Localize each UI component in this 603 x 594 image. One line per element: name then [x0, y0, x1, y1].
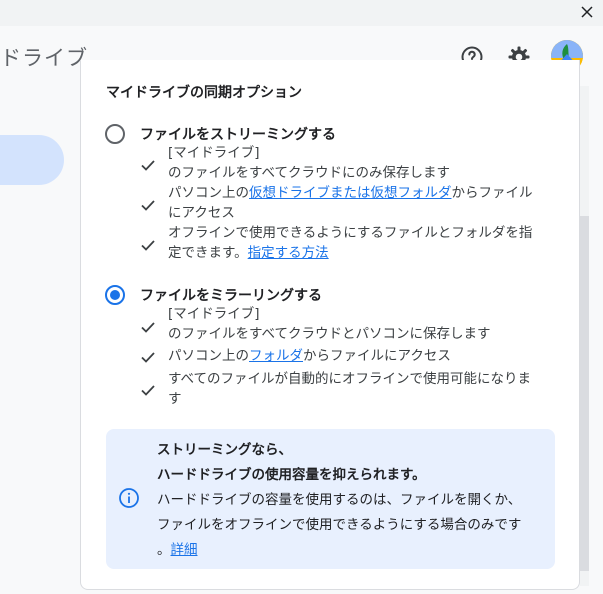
- option-streaming-label[interactable]: ファイルをストリーミングする: [140, 124, 336, 144]
- radio-streaming[interactable]: [105, 124, 125, 144]
- radio-mirroring[interactable]: [105, 285, 125, 305]
- close-icon[interactable]: [579, 4, 595, 20]
- app-title: ドライブ: [0, 46, 88, 70]
- check-icon: [141, 160, 155, 171]
- folder-link[interactable]: フォルダ: [249, 348, 303, 364]
- details-link[interactable]: 詳細: [171, 542, 198, 558]
- section-title: マイドライブの同期オプション: [106, 85, 302, 101]
- check-icon: [141, 200, 155, 211]
- virtual-drive-link[interactable]: 仮想ドライブまたは仮想フォルダ: [249, 185, 452, 201]
- option-mirroring-label[interactable]: ファイルをミラーリングする: [140, 285, 322, 305]
- streaming-bullet-1: [マイドライブ] のファイルをすべてクラウドにのみ保存します: [168, 145, 451, 181]
- mirroring-bullet-3: すべてのファイルが自動的にオフラインで使用可能になりま す: [168, 371, 532, 407]
- streaming-bullet-3: オフラインで使用できるようにするファイルとフォルダを指 定できます。指定する方法: [168, 225, 533, 261]
- info-text: ストリーミングなら、 ハードドライブの使用容量を抑えられます。 ハードドライブの…: [157, 442, 522, 558]
- window-titlebar: [0, 0, 603, 26]
- info-icon: [119, 488, 139, 508]
- check-icon: [141, 322, 155, 333]
- check-icon: [141, 240, 155, 251]
- mirroring-bullet-1: [マイドライブ] のファイルをすべてクラウドとパソコンに保存します: [168, 306, 491, 342]
- how-to-specify-link[interactable]: 指定する方法: [248, 245, 329, 261]
- mirroring-bullet-2: パソコン上のフォルダからファイルにアクセス: [168, 348, 451, 364]
- streaming-bullet-2: パソコン上の仮想ドライブまたは仮想フォルダからファイル にアクセス: [168, 185, 533, 221]
- sidebar-item-selected[interactable]: [0, 135, 64, 185]
- scrollbar-thumb[interactable]: [580, 216, 589, 571]
- check-icon: [141, 385, 155, 396]
- check-icon: [141, 352, 155, 363]
